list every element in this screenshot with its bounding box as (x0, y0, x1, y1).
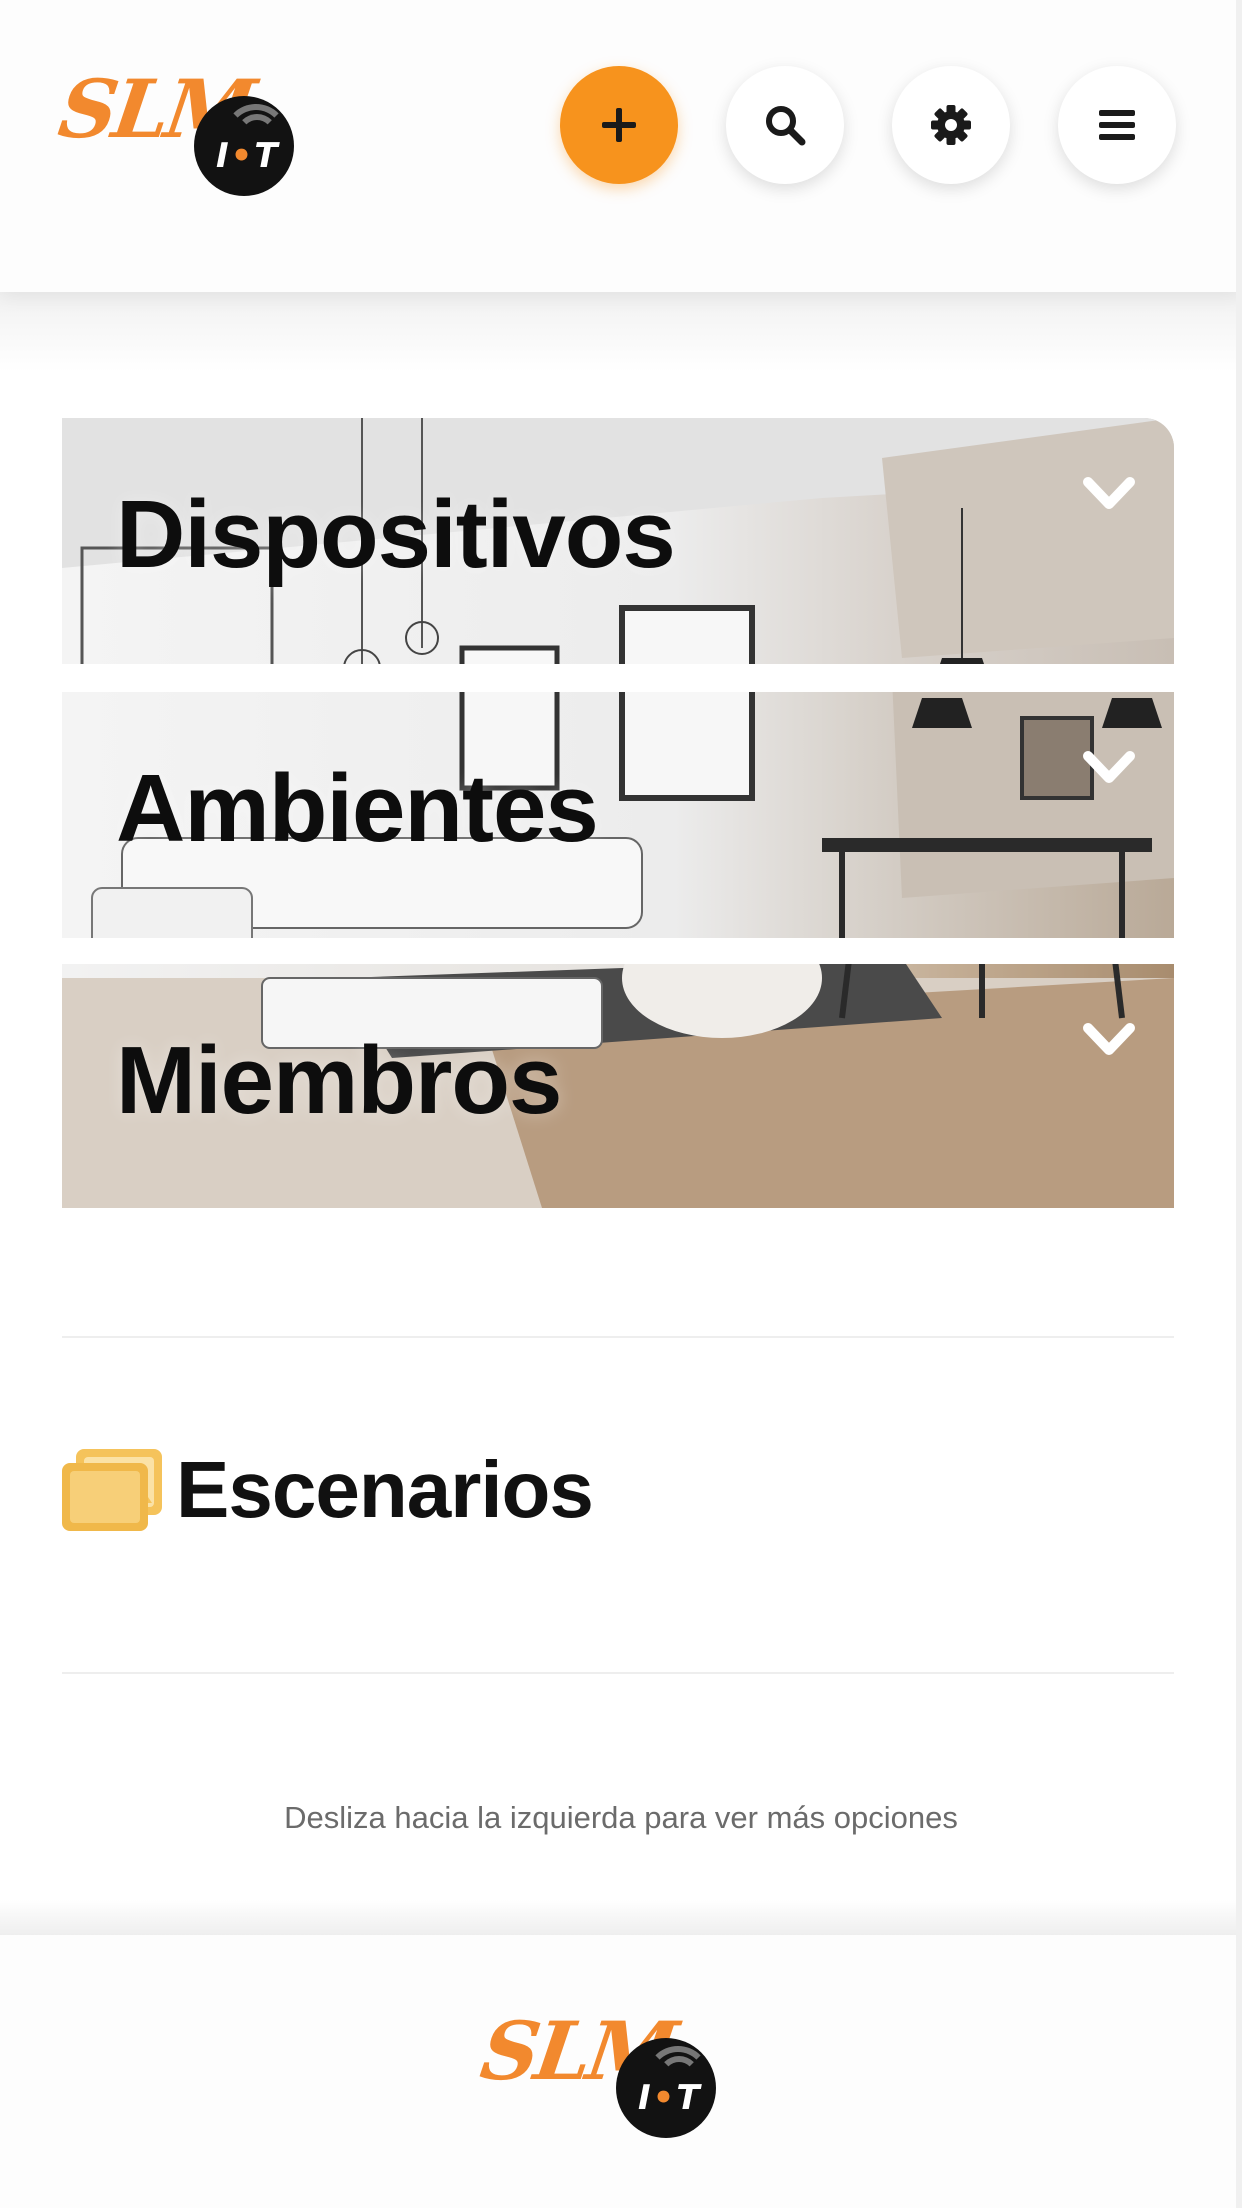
footer-logo: SLM I•T (475, 2000, 722, 2140)
chevron-down-icon[interactable] (1080, 464, 1138, 522)
logo-badge-icon: I•T (194, 96, 294, 196)
hamburger-icon (1099, 110, 1135, 140)
scenarios-row[interactable]: Escenarios (62, 1440, 594, 1540)
section-label-miembros: Miembros (116, 1027, 562, 1134)
section-card-miembros[interactable]: Miembros (62, 964, 1174, 1208)
images-icon (62, 1449, 162, 1531)
section-card-dispositivos[interactable]: Dispositivos (62, 418, 1174, 664)
scenarios-title: Escenarios (176, 1445, 594, 1534)
swipe-hint-text: Desliza hacia la izquierda para ver más … (284, 1800, 958, 1835)
logo-badge-icon: I•T (616, 2038, 716, 2138)
chevron-down-icon[interactable] (1080, 1010, 1138, 1068)
section-label-ambientes: Ambientes (116, 755, 599, 862)
right-edge (1236, 0, 1242, 2208)
search-icon (766, 106, 806, 146)
logo-badge-text: I•T (638, 2078, 702, 2118)
footer-shadow (0, 1900, 1242, 1936)
divider (62, 1336, 1174, 1338)
gear-icon (931, 105, 971, 145)
header-shadow (0, 292, 1242, 372)
search-button[interactable] (726, 66, 844, 184)
slm-iot-logo[interactable]: SLM I•T (53, 58, 300, 198)
logo-badge-text: I•T (216, 136, 280, 176)
settings-button[interactable] (892, 66, 1010, 184)
plus-icon (602, 108, 636, 142)
add-button[interactable] (560, 66, 678, 184)
menu-button[interactable] (1058, 66, 1176, 184)
sections-panel: Dispositivos Ambientes Miembros (62, 418, 1174, 1208)
app-header: SLM I•T (0, 0, 1242, 292)
chevron-down-icon[interactable] (1080, 738, 1138, 796)
divider (62, 1672, 1174, 1674)
section-card-ambientes[interactable]: Ambientes (62, 692, 1174, 938)
section-label-dispositivos: Dispositivos (116, 481, 676, 588)
